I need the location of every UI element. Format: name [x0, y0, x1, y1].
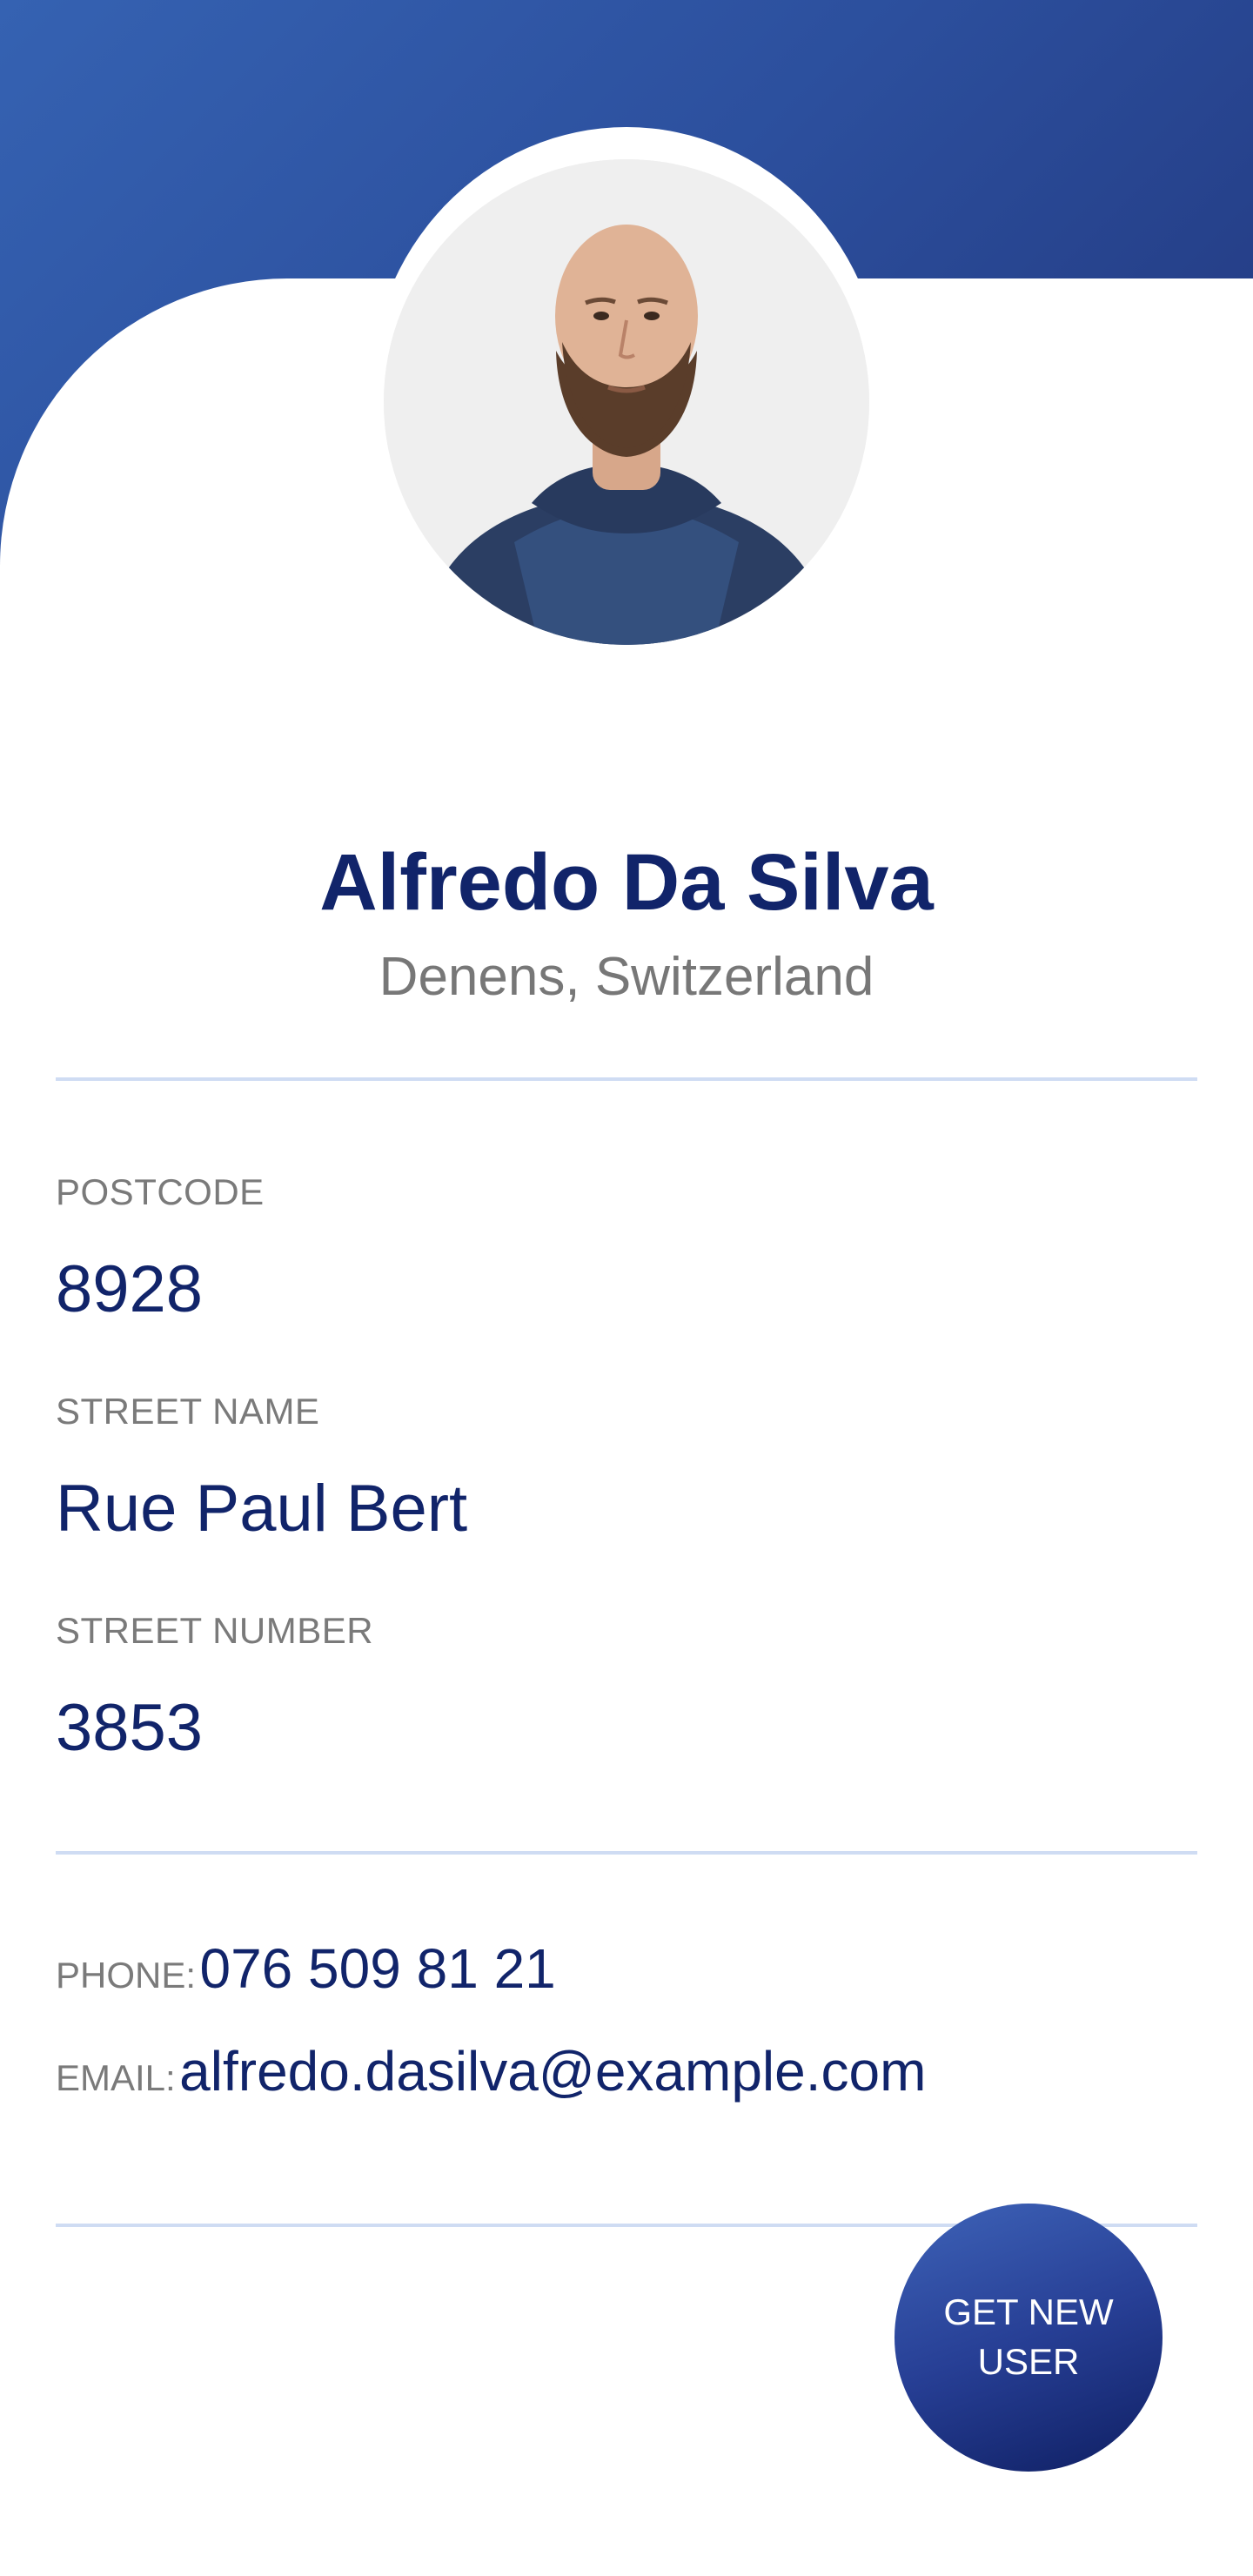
- person-photo-icon: [384, 159, 869, 645]
- email-row: EMAIL: alfredo.dasilva@example.com: [56, 2043, 926, 2099]
- profile-card-page: Alfredo Da Silva Denens, Switzerland POS…: [0, 0, 1253, 2576]
- street-number-label: STREET NUMBER: [56, 1610, 374, 1651]
- postcode-label: POSTCODE: [56, 1171, 265, 1212]
- email-label: EMAIL:: [56, 2057, 176, 2098]
- postcode-value: 8928: [56, 1252, 204, 1326]
- phone-value: 076 509 81 21: [199, 1937, 556, 2000]
- profile-location: Denens, Switzerland: [379, 947, 874, 1007]
- profile-name: Alfredo Da Silva: [319, 838, 934, 927]
- avatar: [384, 159, 869, 645]
- divider-middle: [56, 1851, 1197, 1855]
- get-new-user-label-line1: GET NEW: [943, 2291, 1114, 2333]
- phone-row: PHONE: 076 509 81 21: [56, 1941, 556, 1996]
- street-name-label: STREET NAME: [56, 1391, 320, 1432]
- street-number-value: 3853: [56, 1691, 204, 1765]
- divider-top: [56, 1077, 1197, 1081]
- get-new-user-button[interactable]: GET NEW USER: [895, 2204, 1163, 2472]
- get-new-user-label-line2: USER: [977, 2341, 1080, 2382]
- phone-label: PHONE:: [56, 1955, 197, 1996]
- email-value: alfredo.dasilva@example.com: [179, 2040, 927, 2103]
- street-name-value: Rue Paul Bert: [56, 1472, 468, 1546]
- get-new-user-label: GET NEW USER: [943, 2288, 1113, 2386]
